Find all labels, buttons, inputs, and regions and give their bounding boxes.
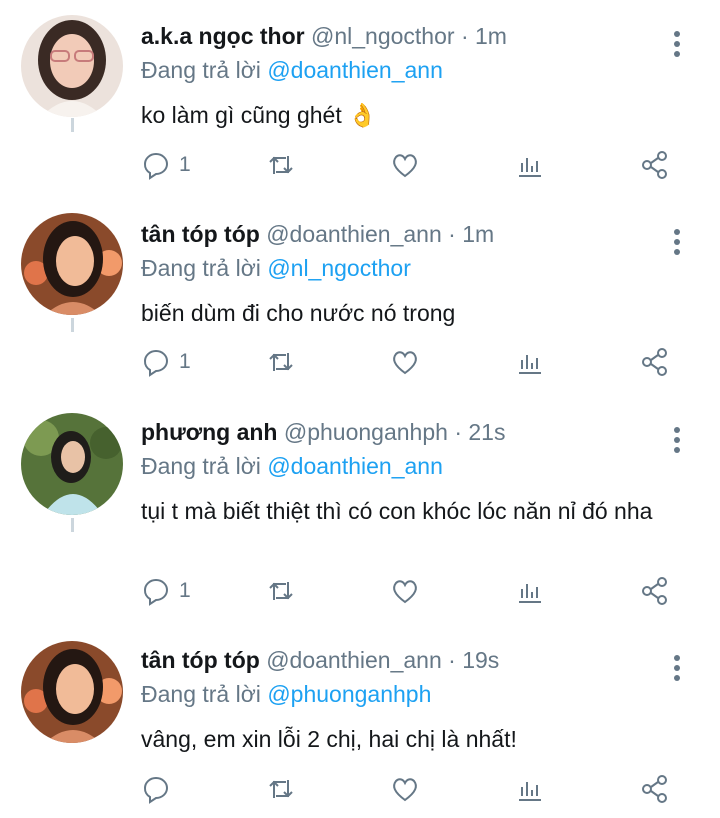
display-name[interactable]: a.k.a ngọc thor bbox=[141, 23, 305, 49]
heart-icon bbox=[393, 154, 417, 178]
mention-link[interactable]: @nl_ngocthor bbox=[267, 255, 411, 281]
analytics-button[interactable] bbox=[515, 771, 545, 807]
replying-to: Đang trả lời @doanthien_ann bbox=[141, 54, 443, 86]
avatar-image bbox=[21, 641, 123, 743]
analytics-icon bbox=[519, 584, 541, 603]
heart-icon bbox=[393, 351, 417, 375]
share-icon bbox=[642, 151, 667, 179]
more-options-icon[interactable] bbox=[664, 424, 690, 456]
avatar-image bbox=[21, 213, 123, 315]
tweet-time[interactable]: 19s bbox=[462, 647, 499, 673]
heart-icon bbox=[393, 580, 417, 604]
tweet-actions: 1 bbox=[0, 147, 720, 183]
tweet-header: phương anh @phuonganhph · 21s bbox=[141, 416, 505, 448]
separator-dot: · bbox=[460, 23, 469, 49]
analytics-icon bbox=[519, 355, 541, 374]
replying-to: Đang trả lời @doanthien_ann bbox=[141, 450, 443, 482]
mention-link[interactable]: @phuonganhph bbox=[267, 681, 431, 707]
retweet-icon bbox=[269, 582, 293, 600]
tweet-header: tân tóp tóp @doanthien_ann · 1m bbox=[141, 218, 494, 250]
share-button[interactable] bbox=[640, 147, 670, 183]
avatar[interactable] bbox=[21, 641, 123, 743]
avatar[interactable] bbox=[21, 213, 123, 315]
reply-count: 1 bbox=[179, 153, 191, 176]
avatar-image bbox=[21, 413, 123, 515]
share-icon bbox=[642, 775, 667, 803]
avatar[interactable] bbox=[21, 413, 123, 515]
share-button[interactable] bbox=[640, 344, 670, 380]
tweet-text: tụi t mà biết thiệt thì có con khóc lóc … bbox=[141, 498, 653, 524]
analytics-button[interactable] bbox=[515, 344, 545, 380]
analytics-icon bbox=[519, 158, 541, 177]
replying-to-label: Đang trả lời bbox=[141, 453, 261, 479]
display-name[interactable]: tân tóp tóp bbox=[141, 647, 260, 673]
analytics-icon bbox=[519, 782, 541, 801]
thread-line bbox=[71, 518, 74, 532]
mention-link[interactable]: @doanthien_ann bbox=[267, 57, 443, 83]
retweet-icon bbox=[269, 156, 293, 174]
tweet-time[interactable]: 1m bbox=[475, 23, 507, 49]
avatar-image bbox=[21, 15, 123, 117]
like-button[interactable] bbox=[390, 147, 420, 183]
user-handle[interactable]: @nl_ngocthor bbox=[311, 23, 455, 49]
tweet-header: tân tóp tóp @doanthien_ann · 19s bbox=[141, 644, 499, 676]
like-button[interactable] bbox=[390, 771, 420, 807]
share-button[interactable] bbox=[640, 771, 670, 807]
tweet-actions bbox=[0, 771, 720, 807]
analytics-button[interactable] bbox=[515, 573, 545, 609]
replying-to: Đang trả lời @phuonganhph bbox=[141, 678, 431, 710]
more-options-icon[interactable] bbox=[664, 28, 690, 60]
analytics-button[interactable] bbox=[515, 147, 545, 183]
tweet-actions: 1 bbox=[0, 344, 720, 380]
thread-line bbox=[71, 318, 74, 332]
tweet-header: a.k.a ngọc thor @nl_ngocthor · 1m bbox=[141, 20, 507, 52]
retweet-button[interactable] bbox=[266, 771, 296, 807]
reply-button[interactable]: 1 bbox=[141, 147, 191, 183]
separator-dot: · bbox=[448, 221, 456, 247]
retweet-button[interactable] bbox=[266, 573, 296, 609]
retweet-button[interactable] bbox=[266, 344, 296, 380]
reply-count: 1 bbox=[179, 579, 191, 602]
like-button[interactable] bbox=[390, 573, 420, 609]
display-name[interactable]: tân tóp tóp bbox=[141, 221, 260, 247]
retweet-icon bbox=[269, 353, 293, 371]
tweet-actions: 1 bbox=[0, 573, 720, 609]
reply-button[interactable]: 1 bbox=[141, 573, 191, 609]
tweet-time[interactable]: 1m bbox=[462, 221, 494, 247]
more-options-icon[interactable] bbox=[664, 652, 690, 684]
mention-link[interactable]: @doanthien_ann bbox=[267, 453, 443, 479]
user-handle[interactable]: @phuonganhph bbox=[284, 419, 448, 445]
retweet-icon bbox=[269, 780, 293, 798]
reply-icon bbox=[144, 579, 168, 606]
thread-line bbox=[71, 118, 74, 132]
share-button[interactable] bbox=[640, 573, 670, 609]
reply-button[interactable] bbox=[141, 771, 179, 807]
reply-icon bbox=[144, 153, 168, 180]
tweet-text: vâng, em xin lỗi 2 chị, hai chị là nhất! bbox=[141, 726, 517, 752]
replying-to-label: Đang trả lời bbox=[141, 57, 261, 83]
user-handle[interactable]: @doanthien_ann bbox=[266, 647, 442, 673]
tweet-time[interactable]: 21s bbox=[468, 419, 505, 445]
tweet-text: ko làm gì cũng ghét 👌 bbox=[141, 102, 377, 128]
retweet-button[interactable] bbox=[266, 147, 296, 183]
reply-button[interactable]: 1 bbox=[141, 344, 191, 380]
reply-count: 1 bbox=[179, 350, 191, 373]
share-icon bbox=[642, 577, 667, 605]
reply-icon bbox=[144, 777, 168, 804]
separator-dot: · bbox=[454, 419, 462, 445]
user-handle[interactable]: @doanthien_ann bbox=[266, 221, 442, 247]
share-icon bbox=[642, 348, 667, 376]
display-name[interactable]: phương anh bbox=[141, 419, 277, 445]
separator-dot: · bbox=[448, 647, 456, 673]
heart-icon bbox=[393, 778, 417, 802]
reply-icon bbox=[144, 350, 168, 377]
replying-to: Đang trả lời @nl_ngocthor bbox=[141, 252, 411, 284]
like-button[interactable] bbox=[390, 344, 420, 380]
tweet-text: biến dùm đi cho nước nó trong bbox=[141, 300, 456, 326]
avatar[interactable] bbox=[21, 15, 123, 117]
more-options-icon[interactable] bbox=[664, 226, 690, 258]
replying-to-label: Đang trả lời bbox=[141, 255, 261, 281]
replying-to-label: Đang trả lời bbox=[141, 681, 261, 707]
